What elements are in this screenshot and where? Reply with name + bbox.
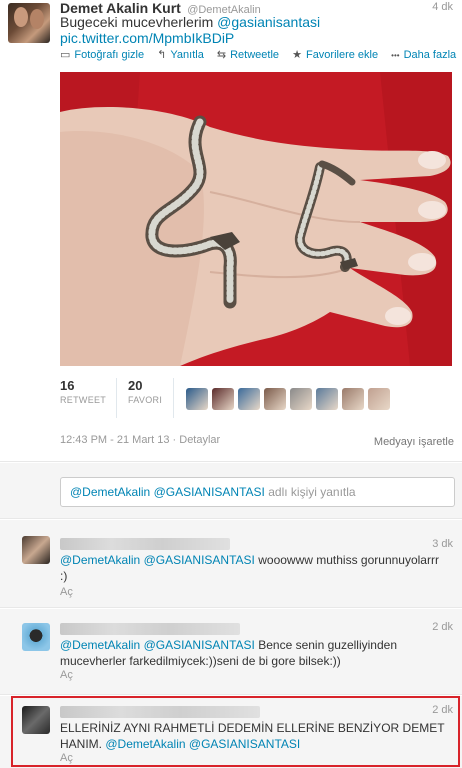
favoriter-avatars xyxy=(186,388,394,410)
reply-mention-1: @DemetAkalin xyxy=(70,485,151,499)
star-icon: ★ xyxy=(292,49,302,61)
reply-author-name-blurred xyxy=(60,623,240,635)
main-tweet: Demet Akalin Kurt @DemetAkalin 4 dk Buge… xyxy=(0,0,462,462)
reply-open-link[interactable]: Aç xyxy=(60,586,73,598)
retweet-count[interactable]: 16 RETWEET xyxy=(60,378,106,405)
reply-mention-2: @GASIANISANTASI xyxy=(153,485,265,499)
reply-avatar[interactable] xyxy=(22,623,50,651)
reply-text: @DemetAkalin @GASIANISANTASI wooowww mut… xyxy=(60,552,445,584)
reply-mention[interactable]: @DemetAkalin xyxy=(60,553,140,567)
favoriter-avatar[interactable] xyxy=(290,388,312,410)
reply-open-link[interactable]: Aç xyxy=(60,669,73,681)
favorite-count-number: 20 xyxy=(128,378,143,393)
tweet-text: Bugeceki mucevherlerim @gasianisantasi p… xyxy=(60,14,450,46)
reply-time[interactable]: 3 dk xyxy=(432,538,453,550)
favorite-button[interactable]: ★ Favorilere ekle xyxy=(292,48,378,61)
hand-with-snake-jewelry-image xyxy=(60,72,452,366)
favoriter-avatar[interactable] xyxy=(316,388,338,410)
photo-icon: ▭ xyxy=(60,49,71,61)
tweet-text-plain: Bugeceki mucevherlerim xyxy=(60,14,218,30)
reply-icon: ↰ xyxy=(157,49,167,61)
retweet-icon: ⇆ xyxy=(216,49,227,61)
author-avatar[interactable] xyxy=(8,3,50,43)
retweet-count-label: RETWEET xyxy=(60,395,107,405)
meta-separator: · xyxy=(172,434,177,446)
reply-input[interactable]: @DemetAkalin @GASIANISANTASI adlı kişiyi… xyxy=(60,477,455,507)
tweet-time[interactable]: 4 dk xyxy=(432,1,453,13)
reply-author-name-blurred xyxy=(60,538,230,550)
tweet-timestamp[interactable]: 12:43 PM - 21 Mart 13 xyxy=(60,434,169,446)
tweet-actions: ▭ Fotoğrafı gizle ↰ Yanıtla ⇆ Retweetle ★ Fa… xyxy=(60,48,462,61)
hide-photo-button[interactable]: ▭ Fotoğrafı gizle xyxy=(60,48,144,61)
reply-mention[interactable]: @GASIANISANTASI xyxy=(144,638,255,652)
favoriter-avatar[interactable] xyxy=(186,388,208,410)
reply-area: @DemetAkalin @GASIANISANTASI adlı kişiyi… xyxy=(0,463,462,519)
retweet-label: Retweetle xyxy=(230,49,280,61)
tweet-photo[interactable] xyxy=(60,72,452,366)
tweet-pic-link[interactable]: pic.twitter.com/MpmbIkBDiP xyxy=(60,30,234,46)
tweet-meta: 12:43 PM - 21 Mart 13 · Detaylar xyxy=(60,434,220,446)
favorite-count[interactable]: 20 FAVORI xyxy=(128,378,162,405)
reply-mention[interactable]: @GASIANISANTASI xyxy=(144,553,255,567)
tweet-stats: 16 RETWEET 20 FAVORI xyxy=(60,378,452,420)
reply-text: @DemetAkalin @GASIANISANTASI Bence senin… xyxy=(60,637,445,669)
more-label: Daha fazla xyxy=(403,49,457,61)
favoriter-avatar[interactable] xyxy=(238,388,260,410)
favoriter-avatar[interactable] xyxy=(212,388,234,410)
stats-divider xyxy=(173,378,174,418)
reply-mention[interactable]: @DemetAkalin xyxy=(60,638,140,652)
retweet-count-number: 16 xyxy=(60,378,75,393)
reply-placeholder: adlı kişiyi yanıtla xyxy=(268,485,356,499)
hide-photo-label: Fotoğrafı gizle xyxy=(74,49,145,61)
favorite-count-label: FAVORI xyxy=(128,395,163,405)
flag-media-link[interactable]: Medyayı işaretle xyxy=(374,436,454,448)
highlight-annotation-box xyxy=(11,696,460,767)
more-button[interactable]: ••• Daha fazla xyxy=(391,49,456,61)
reply-item[interactable]: 2 dk @DemetAkalin @GASIANISANTASI Bence … xyxy=(0,609,462,695)
more-icon: ••• xyxy=(391,51,400,60)
stats-divider xyxy=(116,378,117,418)
reply-time[interactable]: 2 dk xyxy=(432,621,453,633)
favoriter-avatar[interactable] xyxy=(342,388,364,410)
tweet-mention-link[interactable]: @gasianisantasi xyxy=(217,14,320,30)
reply-label: Yanıtla xyxy=(170,49,204,61)
details-link[interactable]: Detaylar xyxy=(179,434,220,446)
reply-avatar[interactable] xyxy=(22,536,50,564)
reply-item[interactable]: 3 dk @DemetAkalin @GASIANISANTASI woooww… xyxy=(0,520,462,608)
favorite-label: Favorilere ekle xyxy=(305,49,379,61)
favoriter-avatar[interactable] xyxy=(264,388,286,410)
reply-button[interactable]: ↰ Yanıtla xyxy=(157,48,204,61)
retweet-button[interactable]: ⇆ Retweetle xyxy=(217,48,279,61)
favoriter-avatar[interactable] xyxy=(368,388,390,410)
